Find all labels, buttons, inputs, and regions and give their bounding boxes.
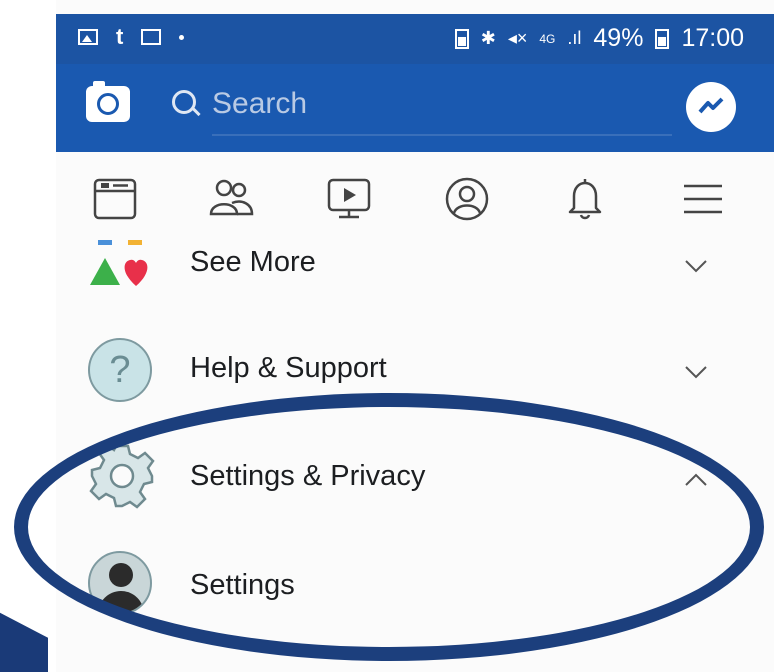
camera-icon[interactable] <box>86 81 130 122</box>
status-bar: t ✱ ◂× 4G .ıl 49% 17:00 <box>56 14 774 64</box>
settings-label: Settings <box>190 569 295 601</box>
t-icon: t <box>116 24 124 49</box>
menu-item-settings-privacy[interactable]: Settings & Privacy <box>56 438 774 528</box>
mute-icon: ◂× <box>507 28 528 48</box>
signal-icon: .ıl <box>567 28 582 48</box>
help-support-label: Help & Support <box>190 352 387 384</box>
image-icon <box>78 29 98 45</box>
profile-icon[interactable] <box>442 174 492 224</box>
settings-privacy-label: Settings & Privacy <box>190 460 426 492</box>
battery-saver-icon <box>454 28 469 49</box>
search-underline <box>212 134 672 136</box>
menu-icon[interactable] <box>678 174 728 224</box>
see-more-label: See More <box>190 246 316 278</box>
battery-percentage: 49% <box>593 24 644 52</box>
dot-icon <box>179 34 185 40</box>
search-icon[interactable] <box>172 90 196 114</box>
gear-icon <box>88 442 155 509</box>
4g-icon: 4G <box>539 31 556 46</box>
news-feed-icon[interactable] <box>90 174 140 224</box>
battery-icon <box>655 28 670 49</box>
notifications-icon[interactable] <box>560 174 610 224</box>
app-bar <box>56 64 774 152</box>
chevron-down-icon[interactable] <box>684 254 708 278</box>
phone-screen: t ✱ ◂× 4G .ıl 49% 17:00 Search See More … <box>56 0 774 672</box>
menu-item-help-support[interactable]: ? Help & Support <box>56 330 774 420</box>
friends-icon[interactable] <box>206 174 256 224</box>
tab-bar <box>56 152 774 240</box>
search-input[interactable] <box>212 82 672 126</box>
clock: 17:00 <box>681 24 744 52</box>
messenger-icon[interactable] <box>686 82 736 132</box>
decorative-corner <box>0 612 48 672</box>
help-icon: ? <box>88 338 154 404</box>
watch-icon[interactable] <box>324 174 374 224</box>
bluetooth-icon: ✱ <box>480 28 496 48</box>
menu-item-settings[interactable]: Settings <box>56 545 774 635</box>
menu-item-see-more[interactable]: See More <box>56 240 774 308</box>
chevron-down-icon[interactable] <box>684 360 708 384</box>
see-more-icon <box>88 240 154 306</box>
mail-icon <box>141 29 162 45</box>
chevron-up-icon[interactable] <box>684 468 708 492</box>
avatar <box>88 551 154 617</box>
